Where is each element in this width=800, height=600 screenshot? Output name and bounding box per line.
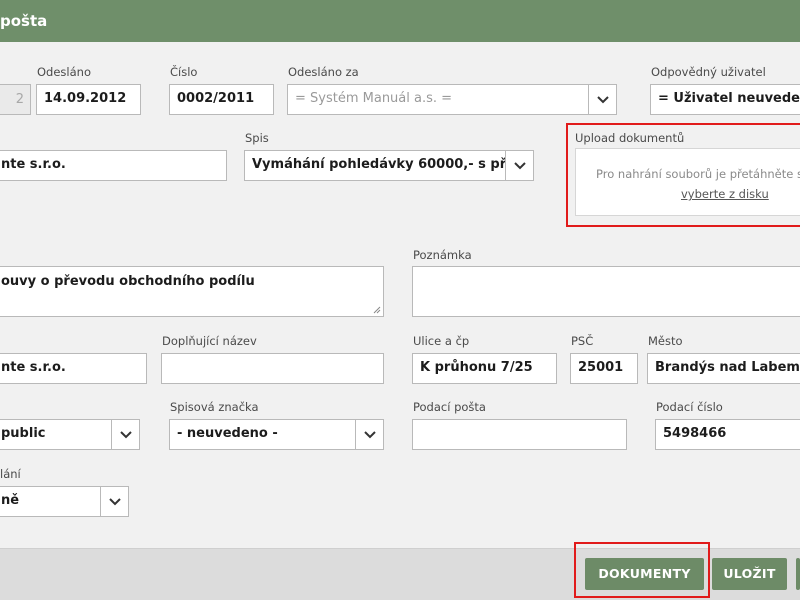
- odeslano-field[interactable]: 14.09.2012: [36, 84, 141, 115]
- ulozit-button[interactable]: ULOŽIT: [712, 558, 787, 590]
- addressee-name-field[interactable]: nte s.r.o.: [0, 353, 147, 384]
- date-received-field[interactable]: 2: [0, 84, 31, 115]
- sender-name-field[interactable]: nte s.r.o.: [0, 150, 227, 181]
- subject-value: ouvy o převodu obchodního podílu: [1, 274, 255, 289]
- psc-field[interactable]: 25001: [570, 353, 638, 384]
- doplnujici-field[interactable]: [161, 353, 384, 384]
- podaci-posta-label: Podací pošta: [413, 400, 486, 414]
- odeslano-za-label: Odesláno za: [288, 65, 359, 79]
- next-button-edge[interactable]: [796, 558, 800, 590]
- podaci-cislo-label: Podací číslo: [656, 400, 723, 414]
- odeslano-value: 14.09.2012: [44, 91, 127, 106]
- spis-label: Spis: [245, 131, 269, 145]
- chevron-down-icon[interactable]: [588, 85, 616, 114]
- sender-name-value: nte s.r.o.: [1, 157, 66, 172]
- spisova-select[interactable]: - neuvedeno -: [169, 419, 384, 450]
- country-select[interactable]: public: [0, 419, 140, 450]
- odpovedny-label: Odpovědný uživatel: [651, 65, 766, 79]
- doplnujici-label: Doplňující název: [162, 334, 257, 348]
- spis-select[interactable]: Vymáhání pohledávky 60000,- s přís: [244, 150, 534, 181]
- mesto-value: Brandýs nad Labem-S: [655, 360, 800, 375]
- podaci-posta-field[interactable]: [412, 419, 627, 450]
- spisova-value: - neuvedeno -: [177, 426, 278, 441]
- chevron-down-icon[interactable]: [111, 420, 139, 449]
- resize-handle-icon[interactable]: [372, 305, 381, 314]
- chevron-down-icon[interactable]: [505, 151, 533, 180]
- ulice-value: K průhonu 7/25: [420, 360, 533, 375]
- delivery-method-value: ně: [1, 493, 20, 508]
- cislo-label: Číslo: [170, 65, 198, 79]
- chevron-down-icon[interactable]: [355, 420, 383, 449]
- psc-value: 25001: [578, 360, 624, 375]
- odeslano-za-select[interactable]: = Systém Manuál a.s. =: [287, 84, 617, 115]
- odpovedny-select[interactable]: = Uživatel neuveden =: [650, 84, 800, 115]
- podaci-cislo-field[interactable]: 5498466: [655, 419, 800, 450]
- poznamka-label: Poznámka: [413, 248, 472, 262]
- odeslano-label: Odesláno: [37, 65, 91, 79]
- poznamka-textarea[interactable]: [412, 266, 800, 317]
- dokumenty-button[interactable]: DOKUMENTY: [585, 558, 704, 590]
- mesto-label: Město: [648, 334, 683, 348]
- upload-hint: Pro nahrání souborů je přetáhněte s: [596, 167, 800, 181]
- psc-label: PSČ: [571, 334, 594, 348]
- spisova-label: Spisová značka: [170, 400, 259, 414]
- date-received-value: 2: [15, 92, 24, 107]
- ulice-label: Ulice a čp: [413, 334, 470, 348]
- country-value: public: [1, 426, 46, 441]
- chevron-down-icon[interactable]: [100, 487, 128, 516]
- dialog-title: pošta: [0, 12, 48, 30]
- delivery-method-label: lání: [0, 467, 21, 481]
- mesto-field[interactable]: Brandýs nad Labem-S: [647, 353, 800, 384]
- upload-dropzone[interactable]: [575, 148, 800, 216]
- odeslano-za-value: = Systém Manuál a.s. =: [295, 91, 453, 106]
- addressee-name-value: nte s.r.o.: [1, 360, 66, 375]
- podaci-cislo-value: 5498466: [663, 426, 727, 441]
- delivery-method-select[interactable]: ně: [0, 486, 129, 517]
- subject-textarea[interactable]: ouvy o převodu obchodního podílu: [0, 266, 384, 317]
- cislo-field[interactable]: 0002/2011: [169, 84, 274, 115]
- cislo-value: 0002/2011: [177, 91, 255, 106]
- upload-select-from-disk-link[interactable]: vyberte z disku: [681, 187, 769, 201]
- ulice-field[interactable]: K průhonu 7/25: [412, 353, 557, 384]
- dialog-header: pošta: [0, 0, 800, 42]
- odpovedny-value: = Uživatel neuveden =: [658, 91, 800, 106]
- upload-label: Upload dokumentů: [575, 131, 685, 145]
- spis-value: Vymáhání pohledávky 60000,- s přís: [252, 157, 519, 172]
